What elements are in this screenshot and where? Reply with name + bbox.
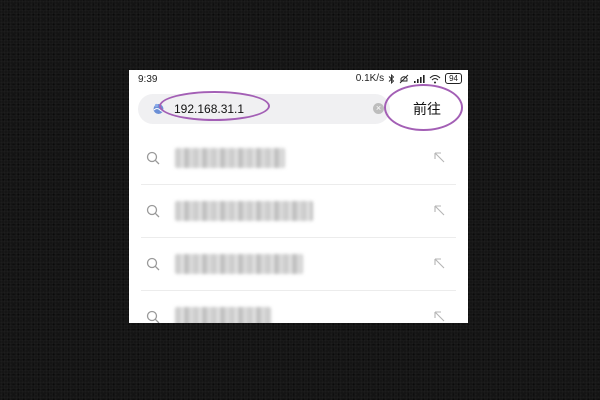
mute-icon: [399, 74, 409, 83]
search-icon: [146, 151, 160, 165]
address-input[interactable]: 192.168.31.1: [174, 102, 244, 116]
bluetooth-icon: [388, 73, 395, 84]
suggestion-text: █████████████: [175, 201, 313, 221]
search-icon: [146, 310, 160, 323]
suggestion-item[interactable]: ███████████: [141, 238, 456, 291]
suggestion-list: ██████████ █████████████ ███████████: [129, 132, 468, 323]
clear-icon[interactable]: ×: [373, 103, 384, 114]
signal-icon: [414, 74, 425, 83]
battery-icon: 94: [445, 73, 462, 84]
phone-screen: 9:39 0.1K/s 94 192.168.31.1 × 前往: [129, 70, 468, 323]
suggestion-item[interactable]: ████████: [141, 291, 456, 323]
suggestion-item[interactable]: █████████████: [141, 185, 456, 238]
search-icon: [146, 204, 160, 218]
suggestion-text: ██████████: [175, 148, 285, 168]
suggestion-text: ███████████: [175, 254, 303, 274]
suggestion-item[interactable]: ██████████: [141, 132, 456, 185]
arrow-up-left-icon[interactable]: [433, 204, 446, 217]
wifi-icon: [429, 74, 441, 83]
address-bar[interactable]: 192.168.31.1 ×: [138, 94, 390, 124]
network-speed: 0.1K/s: [355, 73, 385, 84]
search-icon: [146, 257, 160, 271]
arrow-up-left-icon[interactable]: [433, 151, 446, 164]
globe-icon: [153, 103, 165, 114]
status-indicators: 0.1K/s 94: [356, 73, 462, 84]
arrow-up-left-icon[interactable]: [433, 310, 446, 323]
arrow-up-left-icon[interactable]: [433, 257, 446, 270]
status-time: 9:39: [138, 74, 158, 85]
status-bar: 9:39 0.1K/s 94: [129, 70, 468, 90]
go-button[interactable]: 前往: [397, 94, 457, 124]
suggestion-text: ████████: [175, 307, 271, 323]
